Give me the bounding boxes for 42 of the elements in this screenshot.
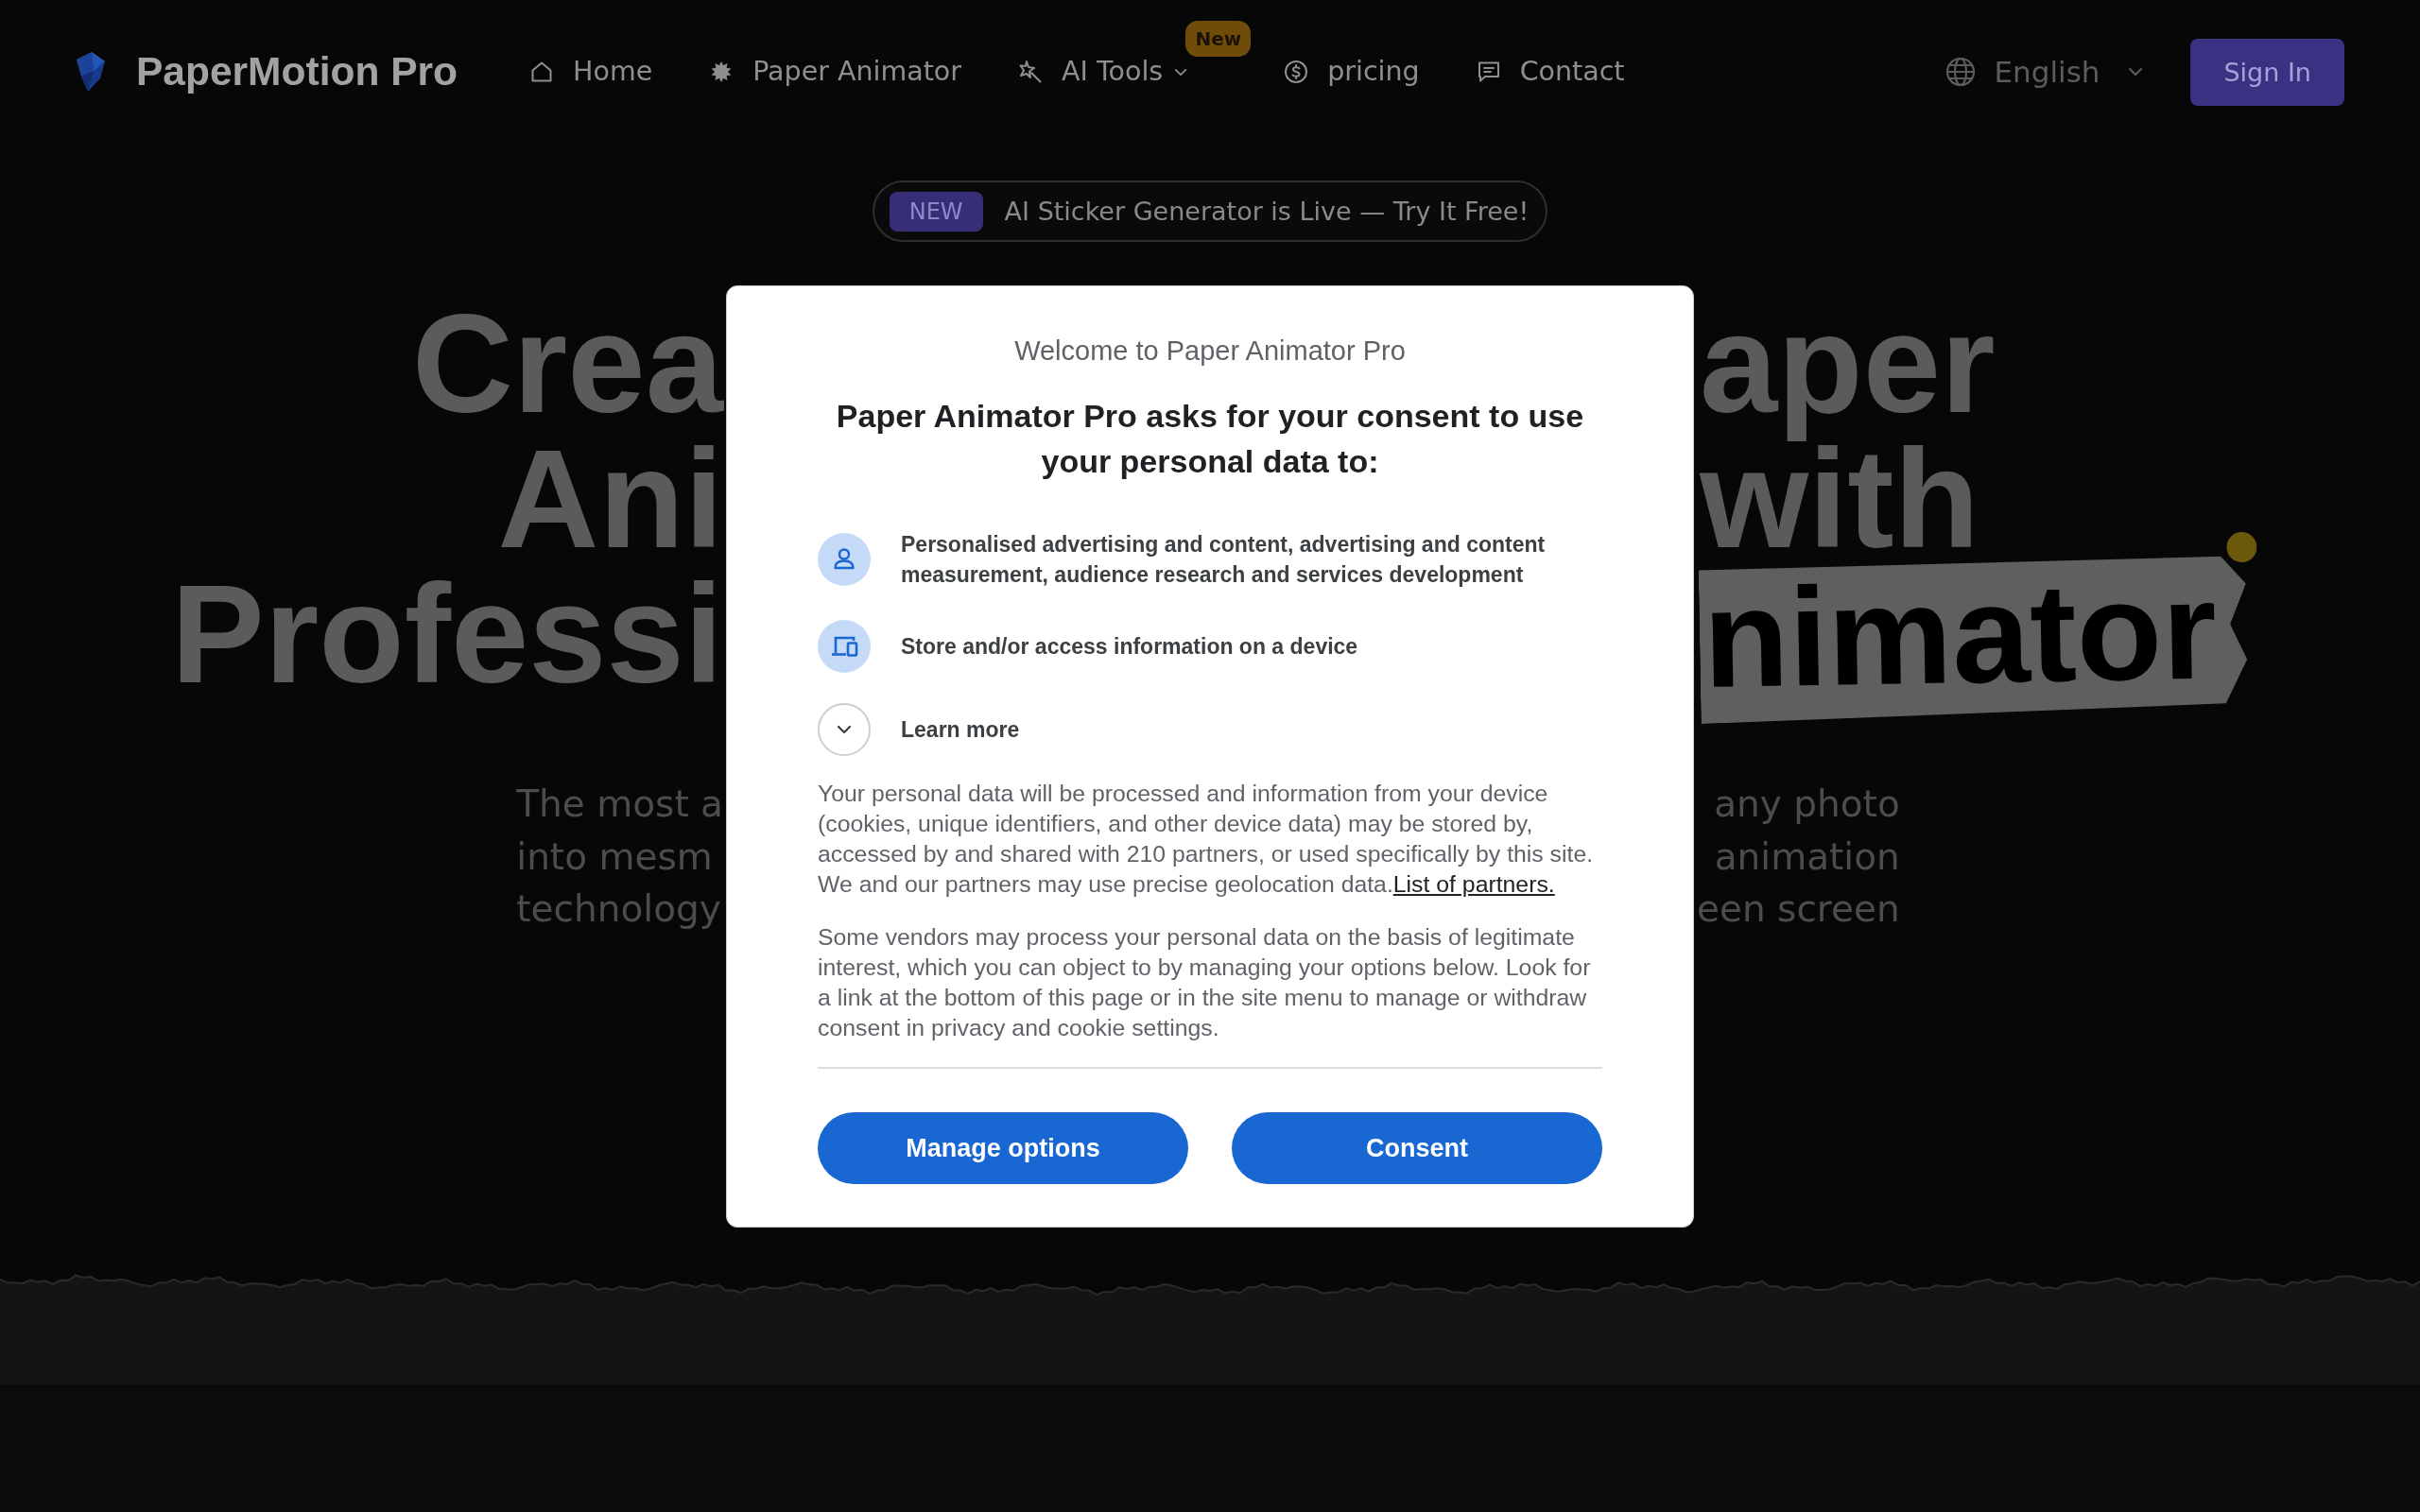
consent-paragraph: Some vendors may process your personal data on the basis of legitimate interest, which you can object to by managing your options below. Look for a link at the bottom of this page or in the site menu to manage or withdraw consent in privacy and cookie settings. — [818, 923, 1592, 1042]
caret-icon — [2128, 67, 2144, 77]
dialog-heading: Paper Animator Pro asks for your consent to use your personal data to: — [835, 397, 1585, 481]
purpose-text: Personalised advertising and content, advertising and content measurement, audience research and services development — [901, 531, 1547, 589]
purpose-text: Store and/or access information on a device — [901, 633, 1358, 661]
subtitle-text: animation — [1714, 833, 1900, 880]
dollar-icon — [1284, 60, 1309, 84]
person-icon — [818, 533, 871, 586]
globe-icon — [1945, 57, 1976, 87]
message-icon — [1476, 60, 1501, 84]
consent-paragraph: Your personal data will be processed and information from your device (cookies, unique identifiers, and other device data) may be stored by, accessed by and shared with 210 partners, or used specifically by this site. We and our partners may use precise geolocation data.List of partners. — [818, 780, 1595, 899]
subtitle-text: into mesm — [516, 833, 713, 880]
manage-options-button[interactable]: Manage options — [818, 1112, 1188, 1184]
wand-icon — [1018, 60, 1043, 84]
logo-text: PaperMotion Pro — [136, 49, 458, 94]
nav-link[interactable]: Home — [529, 55, 653, 89]
home-icon — [529, 60, 555, 84]
headline-text: Professi — [170, 578, 723, 713]
dialog-title: Welcome to Paper Animator Pro — [1013, 335, 1407, 368]
nav-link[interactable]: Paper Animator — [709, 55, 961, 89]
new-tag: NEW — [889, 191, 983, 232]
caret-icon — [1174, 67, 1188, 77]
new-badge: New — [1185, 21, 1252, 57]
announcement-banner[interactable]: NEW AI Sticker Generator is Live — Try It Free! — [872, 180, 1548, 242]
partners-link[interactable]: List of partners. — [1392, 871, 1555, 897]
sign-in-button[interactable]: Sign In — [2190, 38, 2344, 106]
headline-text: Ani — [497, 443, 723, 578]
dot-icon — [2225, 531, 2257, 563]
consent-button[interactable]: Consent — [1232, 1112, 1602, 1184]
nav-link[interactable]: AI Tools — [1018, 55, 1188, 89]
subtitle-text: een screen — [1697, 886, 1900, 932]
announcement-text: AI Sticker Generator is Live — Try It Free! — [1004, 197, 1530, 226]
nav-link[interactable]: pricing — [1284, 55, 1420, 89]
subtitle-text: any photo — [1714, 782, 1900, 827]
learn-more-toggle[interactable]: Learn more — [818, 703, 1020, 756]
subtitle-text: technology — [516, 886, 721, 932]
devices-icon — [818, 620, 871, 673]
nav-link[interactable]: Contact — [1476, 55, 1625, 89]
chevron-down-icon — [818, 703, 871, 756]
subtitle-text: The most a — [516, 782, 723, 827]
headline-text: aper — [1700, 308, 1996, 443]
headline-text: Crea — [411, 308, 723, 443]
